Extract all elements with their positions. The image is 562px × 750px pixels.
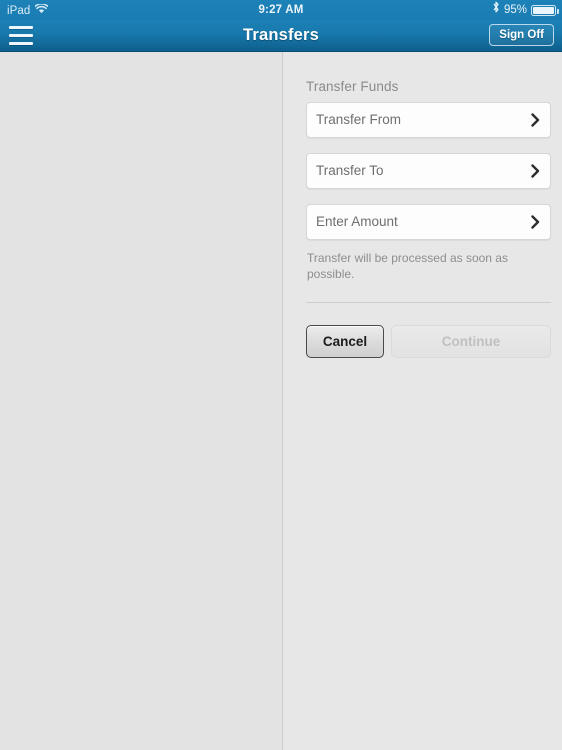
transfer-to-label: Transfer To xyxy=(316,163,384,178)
enter-amount-label: Enter Amount xyxy=(316,214,398,229)
cancel-button[interactable]: Cancel xyxy=(306,325,384,358)
helper-text: Transfer will be processed as soon as po… xyxy=(307,251,508,281)
content-area: Transfer Funds Transfer From Transfer To… xyxy=(0,52,562,750)
section-title: Transfer Funds xyxy=(306,79,399,94)
chevron-right-icon xyxy=(531,154,540,188)
page-title: Transfers xyxy=(242,26,320,44)
sign-off-button[interactable]: Sign Off xyxy=(489,24,554,46)
battery-percent: 95% xyxy=(503,4,527,16)
status-bar-clock: 9:27 AM xyxy=(258,4,304,16)
continue-button[interactable]: Continue xyxy=(391,325,551,358)
chevron-right-icon xyxy=(531,205,540,239)
enter-amount-field[interactable]: Enter Amount xyxy=(306,204,551,240)
transfer-from-label: Transfer From xyxy=(316,112,402,127)
status-bar: iPad 9:27 AM 95% xyxy=(0,0,562,20)
chevron-right-icon xyxy=(531,103,540,137)
status-bar-right: 95% xyxy=(492,0,559,20)
transfer-to-field[interactable]: Transfer To xyxy=(306,153,551,189)
form-divider xyxy=(306,302,551,303)
battery-icon xyxy=(531,4,559,16)
transfer-from-field[interactable]: Transfer From xyxy=(306,102,551,138)
bluetooth-icon xyxy=(492,0,500,20)
navigation-bar: Transfers Sign Off xyxy=(0,20,562,52)
left-detail-pane xyxy=(0,52,283,750)
transfer-form-pane: Transfer Funds Transfer From Transfer To… xyxy=(284,52,562,750)
